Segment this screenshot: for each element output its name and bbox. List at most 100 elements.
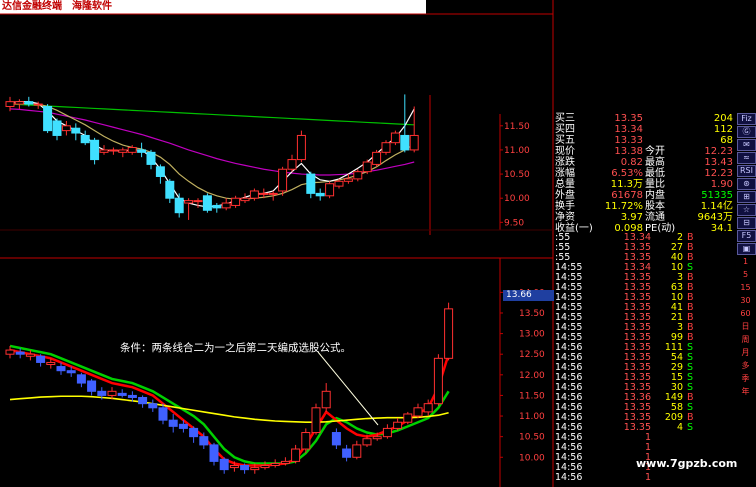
candle-body — [403, 413, 413, 423]
quote-value-2: 51335 — [701, 190, 733, 201]
toolbar-button[interactable]: RSI — [737, 165, 756, 177]
tick-price: 13.35 — [623, 422, 651, 433]
quote-row: 外盘 61678 内盘 51335 — [553, 190, 733, 201]
y-tick-label: 11.50 — [504, 122, 530, 132]
y-tick-label: 10.50 — [504, 170, 530, 180]
ma-line — [9, 103, 415, 126]
candle-body — [43, 105, 53, 132]
quote-value-2: 12.23 — [704, 146, 733, 157]
toolbar-button[interactable]: 多 — [737, 360, 754, 372]
candle-body — [352, 444, 362, 458]
candle-body — [260, 465, 270, 469]
quote-label-2: 流通 — [645, 212, 665, 223]
quote-label-2: 最低 — [645, 168, 665, 179]
candle-body — [158, 407, 168, 421]
candle-body — [56, 366, 66, 372]
quote-label-2: 内盘 — [645, 190, 665, 201]
toolbar-button[interactable]: 周 — [737, 334, 754, 346]
candle-body — [296, 134, 306, 161]
toolbar-button[interactable]: ⊟ — [737, 217, 756, 229]
candle-body — [24, 101, 34, 105]
toolbar-button[interactable]: 日 — [737, 321, 754, 333]
quote-value: 13.34 — [614, 124, 643, 135]
quote-row: 换手 11.72% 股本 1.14亿 — [553, 201, 733, 212]
candle-body — [76, 374, 86, 384]
quote-row: 买五 13.33 68 — [553, 135, 733, 146]
quote-value: 13.35 — [614, 113, 643, 124]
quote-row: 涨幅 6.53% 最低 12.23 — [553, 168, 733, 179]
candle-body — [250, 467, 260, 471]
candle-body — [148, 403, 158, 409]
candle-body — [127, 147, 137, 153]
toolbar-button[interactable]: ≈ — [737, 152, 756, 164]
candle-body — [372, 436, 382, 440]
toolbar-button[interactable]: 年 — [737, 386, 754, 398]
candle-body — [107, 390, 117, 396]
quote-value-2: 1.14亿 — [700, 201, 733, 212]
candle-body — [221, 202, 231, 209]
candle-body — [199, 436, 209, 446]
toolbar-button[interactable]: ✉ — [737, 139, 756, 151]
quote-row: 净资 3.97 流通 9643万 — [553, 212, 733, 223]
toolbar-button[interactable]: ▣ — [737, 243, 756, 255]
candle-body — [15, 351, 25, 355]
candle-body — [423, 403, 433, 413]
candle-body — [413, 407, 423, 417]
quote-value: 11.3万 — [610, 179, 643, 190]
quote-label: 涨幅 — [555, 168, 575, 179]
candle-body — [240, 465, 250, 471]
tick-row: 14:56 1 — [553, 473, 733, 483]
quote-value-2: 1.90 — [710, 179, 733, 190]
annotation-text: 条件：两条线合二为一之后第二天编成选股公式。 — [120, 342, 351, 354]
candle-body — [155, 166, 165, 177]
quote-row: 涨跌 0.82 最高 13.43 — [553, 157, 733, 168]
candle-body — [184, 200, 194, 204]
toolbar-button[interactable]: 60 — [737, 308, 754, 320]
quote-label: 总量 — [555, 179, 575, 190]
quote-value-2: 68 — [720, 135, 733, 146]
quote-row: 现价 13.38 今开 12.23 — [553, 146, 733, 157]
toolbar-button[interactable]: Ⓖ — [737, 126, 756, 138]
y-tick-label: 13.50 — [519, 309, 545, 319]
y-tick-label: 9.50 — [504, 218, 524, 228]
toolbar-button[interactable]: ☆ — [737, 204, 756, 216]
candle-body — [168, 419, 178, 427]
toolbar-button[interactable]: ⊛ — [737, 178, 756, 190]
candle-body — [178, 423, 188, 429]
candle-body — [400, 134, 410, 151]
toolbar-button[interactable]: 15 — [737, 282, 754, 294]
candle-body — [193, 200, 203, 203]
toolbar-button[interactable]: 季 — [737, 373, 754, 385]
candle-body — [165, 180, 175, 199]
toolbar-button[interactable]: 1 — [737, 256, 754, 268]
quote-value: 3.97 — [620, 212, 643, 223]
candle-body — [409, 134, 419, 151]
quote-row: 总量 11.3万 量比 1.90 — [553, 179, 733, 190]
candle-body — [362, 161, 372, 173]
y-tick-label: 11.50 — [519, 391, 545, 401]
toolbar-button[interactable]: F5 — [737, 230, 756, 242]
candle-body — [108, 149, 118, 152]
candle-body — [97, 390, 107, 396]
candle-body — [146, 151, 156, 165]
toolbar-button[interactable]: 月 — [737, 347, 754, 359]
candle-body — [343, 178, 353, 182]
candle-body — [259, 192, 269, 195]
candle-body — [321, 390, 331, 409]
candle-body — [231, 197, 241, 206]
tick-side: S — [687, 422, 694, 433]
tick-price: 1 — [644, 472, 651, 483]
candle-body — [372, 151, 382, 165]
tick-price: 1 — [644, 442, 651, 453]
toolbar-button[interactable]: 5 — [737, 269, 754, 281]
toolbar-button[interactable]: Fiz — [737, 113, 756, 125]
ma-line — [9, 108, 415, 176]
candle-body — [202, 195, 212, 211]
y-tick-label: 12.50 — [519, 350, 545, 360]
y-tick-label: 13.00 — [519, 330, 545, 340]
toolbar-button[interactable]: ⊞ — [737, 191, 756, 203]
candle-body — [325, 183, 335, 197]
candle-body — [87, 380, 97, 392]
toolbar-button[interactable]: 30 — [737, 295, 754, 307]
candle-body — [315, 192, 325, 197]
